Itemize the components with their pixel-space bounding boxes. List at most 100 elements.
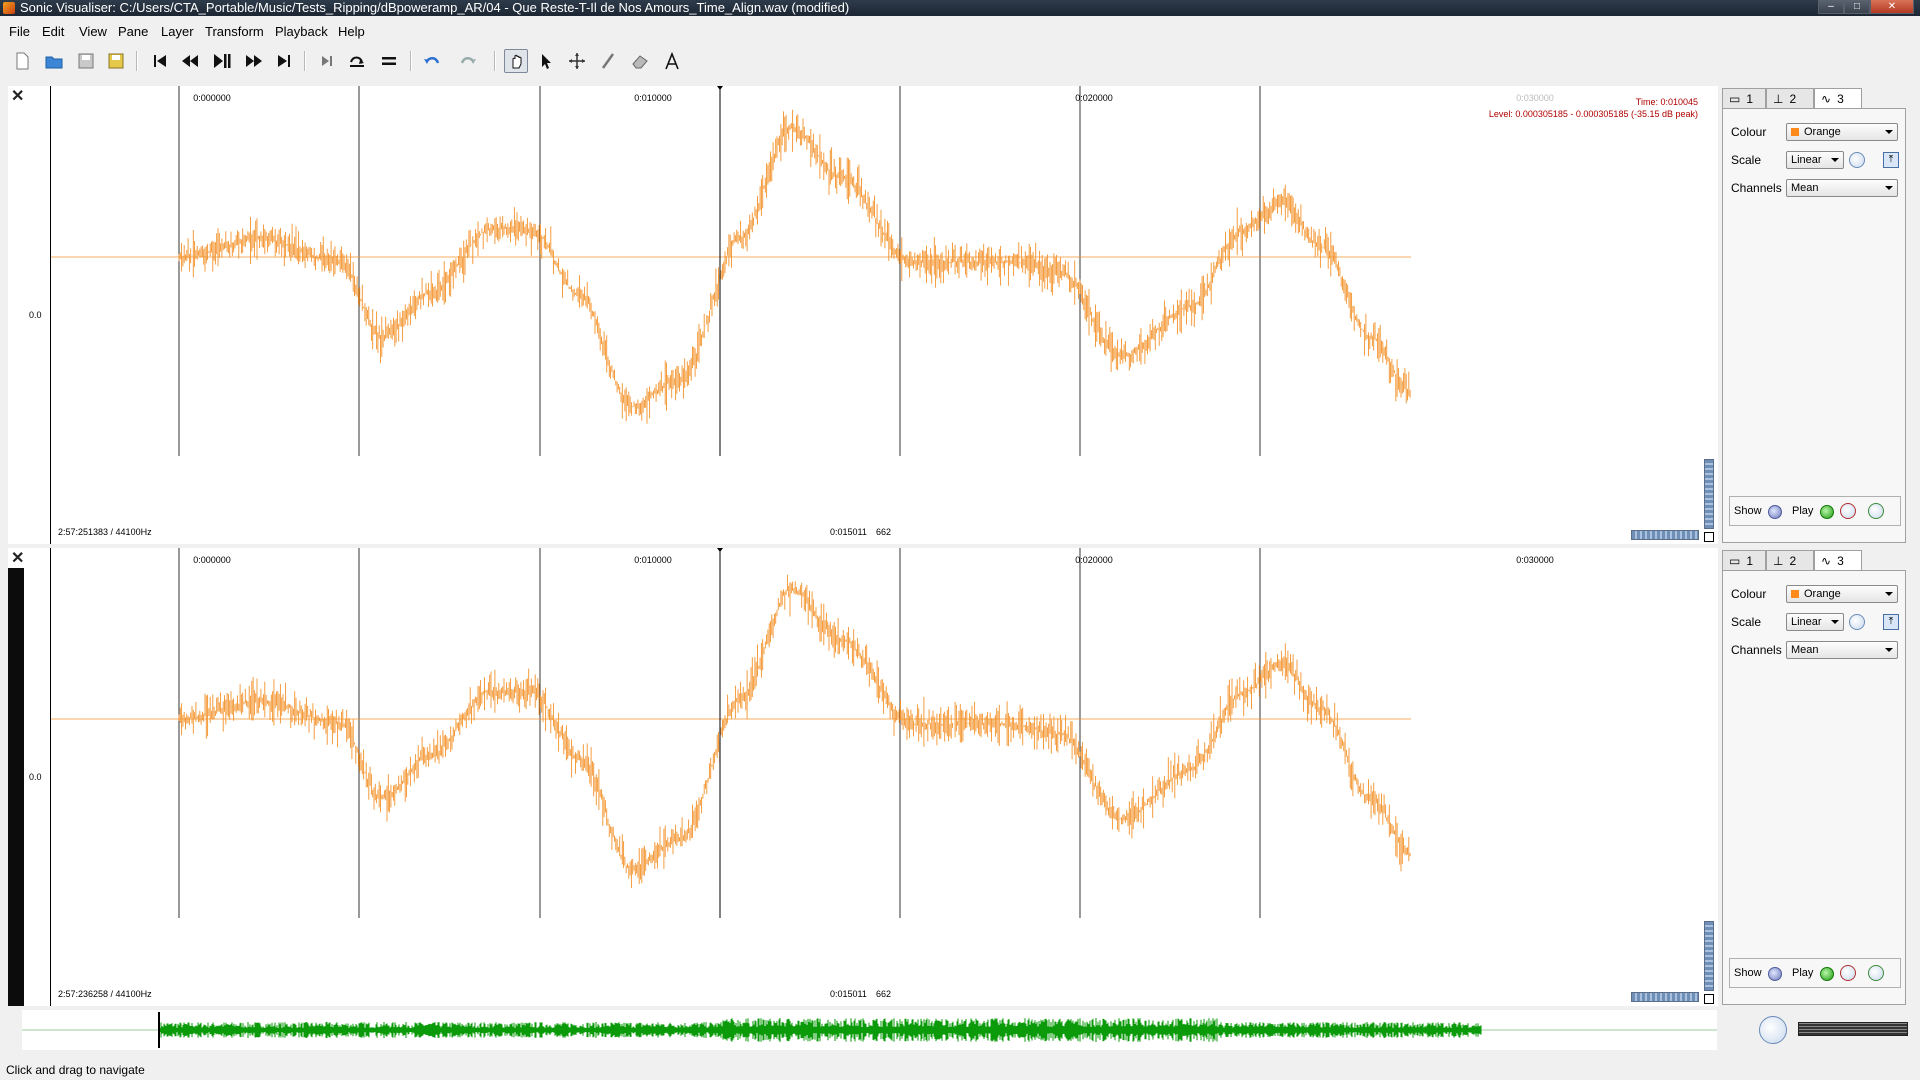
channels-label: Channels xyxy=(1731,181,1782,195)
master-volume-knob[interactable] xyxy=(1759,1016,1787,1044)
colour-dropdown[interactable]: Orange xyxy=(1786,123,1898,141)
show-label: Show xyxy=(1734,967,1762,979)
menu-view[interactable]: View xyxy=(79,24,107,39)
gain-knob[interactable] xyxy=(1849,614,1865,630)
scale-dropdown[interactable]: Linear xyxy=(1786,613,1844,631)
follow-playback-icon[interactable] xyxy=(345,49,369,73)
close-window-button[interactable]: ✕ xyxy=(1870,0,1914,14)
horizontal-zoom-wheel-2[interactable] xyxy=(1631,992,1699,1002)
cursor-frame-2: 662 xyxy=(876,989,892,999)
fast-forward-end-icon[interactable] xyxy=(272,49,296,73)
play-label: Play xyxy=(1792,967,1814,979)
navigate-icon[interactable] xyxy=(504,49,528,73)
duration-readout-1: 2:57:251383 / 44100Hz xyxy=(58,527,152,537)
playback-speed-slider[interactable] xyxy=(1798,1022,1908,1036)
menu-transform[interactable]: Transform xyxy=(205,24,264,39)
save-icon[interactable] xyxy=(74,49,98,73)
fast-forward-icon[interactable] xyxy=(242,49,266,73)
colour-swatch xyxy=(1791,128,1799,136)
time-tick-2: 0:020000 xyxy=(1075,93,1113,103)
colour-label: Colour xyxy=(1731,125,1767,139)
draw-icon[interactable] xyxy=(596,49,620,73)
undo-icon[interactable] xyxy=(420,49,444,73)
overview-waveform[interactable] xyxy=(22,1010,1717,1050)
open-folder-icon[interactable] xyxy=(42,49,66,73)
overview-pane[interactable] xyxy=(22,1010,1717,1050)
show-toggle[interactable] xyxy=(1768,967,1782,981)
menu-pane[interactable]: Pane xyxy=(118,24,148,39)
gain-knob[interactable] xyxy=(1849,152,1865,168)
app-icon xyxy=(3,2,15,14)
reset-zoom-button-2[interactable] xyxy=(1704,994,1714,1004)
waveform-pane-2[interactable]: ✕ 0.0 0:000000 0:010000 0:020000 0:03000… xyxy=(8,548,1718,1006)
constrain-playback-icon[interactable] xyxy=(315,49,339,73)
menu-file[interactable]: File xyxy=(9,24,30,39)
colour-label: Colour xyxy=(1731,587,1767,601)
waveform-plot-2[interactable] xyxy=(51,548,1718,1006)
waveform-1[interactable] xyxy=(51,86,1718,544)
scale-dropdown[interactable]: Linear xyxy=(1786,151,1844,169)
waveform-pane-1[interactable]: ✕ 0.0 0:000000 0:010000 0:020000 0:03000… xyxy=(8,86,1718,544)
normalize-toggle-icon[interactable]: ⤒ xyxy=(1883,614,1899,630)
tab-layer-3[interactable]: ∿ 3 xyxy=(1814,550,1862,571)
layer-properties-panel-1: ▭ 1 ⊥ 2 ∿ 3 Colour Orange Scale Linear ⤒ Ch… xyxy=(1720,88,1908,543)
close-pane-1-button[interactable]: ✕ xyxy=(11,86,24,106)
channels-label: Channels xyxy=(1731,643,1782,657)
loop-icon[interactable] xyxy=(377,49,401,73)
play-gain-knob[interactable] xyxy=(1840,965,1856,981)
time-tick-3: 0:030000 xyxy=(1516,555,1554,565)
tab-layer-2[interactable]: ⊥ 2 xyxy=(1766,88,1814,108)
minimize-button[interactable]: – xyxy=(1818,0,1844,14)
rewind-icon[interactable] xyxy=(178,49,202,73)
waveform-plot-1[interactable] xyxy=(51,86,1718,544)
channels-dropdown[interactable]: Mean xyxy=(1786,641,1898,659)
play-toggle[interactable] xyxy=(1820,967,1834,981)
vertical-zoom-wheel-2[interactable] xyxy=(1704,921,1714,991)
select-icon[interactable] xyxy=(534,49,558,73)
ruler-icon: ▭ xyxy=(1729,553,1741,568)
play-pause-icon[interactable] xyxy=(210,49,234,73)
menu-edit[interactable]: Edit xyxy=(42,24,64,39)
menu-layer[interactable]: Layer xyxy=(161,24,194,39)
y-axis-zero-label: 0.0 xyxy=(29,772,42,782)
waveform-icon: ∿ xyxy=(1821,554,1832,568)
play-pan-knob[interactable] xyxy=(1868,503,1884,519)
new-document-icon[interactable] xyxy=(10,49,34,73)
redo-icon[interactable] xyxy=(456,49,480,73)
vertical-zoom-wheel-1[interactable] xyxy=(1704,459,1714,529)
play-gain-knob[interactable] xyxy=(1840,503,1856,519)
tab-layer-2[interactable]: ⊥ 2 xyxy=(1766,550,1814,570)
horizontal-zoom-wheel-1[interactable] xyxy=(1631,530,1699,540)
show-toggle[interactable] xyxy=(1768,505,1782,519)
scale-label: Scale xyxy=(1731,615,1762,629)
status-message: Click and drag to navigate xyxy=(6,1063,145,1077)
time-tick-2: 0:020000 xyxy=(1075,555,1113,565)
menu-help[interactable]: Help xyxy=(338,24,365,39)
tab-layer-3[interactable]: ∿ 3 xyxy=(1814,88,1862,109)
channels-dropdown[interactable]: Mean xyxy=(1786,179,1898,197)
maximize-button[interactable]: □ xyxy=(1844,0,1870,14)
play-pan-knob[interactable] xyxy=(1868,965,1884,981)
reset-zoom-button-1[interactable] xyxy=(1704,532,1714,542)
tab-layer-1[interactable]: ▭ 1 xyxy=(1722,88,1766,108)
status-bar: Click and drag to navigate xyxy=(0,1058,1920,1080)
tab-layer-1[interactable]: ▭ 1 xyxy=(1722,550,1766,570)
erase-icon[interactable] xyxy=(628,49,652,73)
rewind-start-icon[interactable] xyxy=(148,49,172,73)
move-icon[interactable] xyxy=(565,49,589,73)
cursor-time-2: 0:015011 xyxy=(830,989,867,999)
close-pane-2-button[interactable]: ✕ xyxy=(11,548,24,568)
waveform-2[interactable] xyxy=(51,548,1718,1006)
colour-dropdown[interactable]: Orange xyxy=(1786,585,1898,603)
measure-icon[interactable] xyxy=(660,49,684,73)
window-title: Sonic Visualiser: C:/Users/CTA_Portable/… xyxy=(20,0,850,15)
duration-readout-2: 2:57:236258 / 44100Hz xyxy=(58,989,152,999)
save-session-icon[interactable] xyxy=(104,49,128,73)
show-play-box: Show Play xyxy=(1729,958,1901,988)
normalize-toggle-icon[interactable]: ⤒ xyxy=(1883,152,1899,168)
colour-swatch xyxy=(1791,590,1799,598)
ruler-icon: ▭ xyxy=(1729,91,1741,106)
menu-playback[interactable]: Playback xyxy=(275,24,328,39)
play-toggle[interactable] xyxy=(1820,505,1834,519)
show-label: Show xyxy=(1734,505,1762,517)
